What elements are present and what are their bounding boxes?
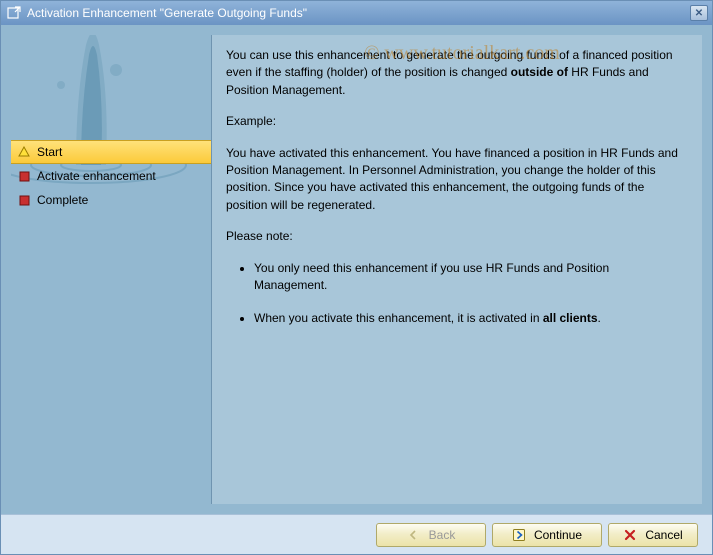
- example-text: You have activated this enhancement. You…: [226, 145, 684, 215]
- step-start[interactable]: Start: [11, 140, 211, 164]
- note-item: You only need this enhancement if you us…: [254, 260, 684, 295]
- back-button[interactable]: Back: [376, 523, 486, 547]
- intro-paragraph: You can use this enhancement to generate…: [226, 47, 684, 99]
- wizard-sidebar: Start Activate enhancement Complete: [11, 35, 211, 504]
- titlebar: Activation Enhancement "Generate Outgoin…: [1, 1, 712, 25]
- forward-arrow-icon: [512, 528, 526, 542]
- continue-button[interactable]: Continue: [492, 523, 602, 547]
- status-square-icon: [17, 169, 31, 183]
- note-text-post: .: [598, 311, 601, 325]
- note-item: When you activate this enhancement, it i…: [254, 310, 684, 327]
- example-label: Example:: [226, 113, 684, 130]
- warning-icon: [17, 145, 31, 159]
- step-activate[interactable]: Activate enhancement: [11, 164, 211, 188]
- status-square-icon: [17, 193, 31, 207]
- button-bar: Back Continue Cancel: [1, 514, 712, 554]
- intro-text-bold: outside of: [511, 65, 568, 79]
- close-button[interactable]: ✕: [690, 5, 708, 21]
- back-arrow-icon: [407, 528, 421, 542]
- step-label: Start: [37, 145, 62, 159]
- note-text-bold: all clients: [543, 311, 598, 325]
- note-list: You only need this enhancement if you us…: [254, 260, 684, 328]
- cancel-button[interactable]: Cancel: [608, 523, 698, 547]
- note-text-pre: When you activate this enhancement, it i…: [254, 311, 543, 325]
- step-complete[interactable]: Complete: [11, 188, 211, 212]
- wizard-steps: Start Activate enhancement Complete: [11, 140, 211, 212]
- button-label: Back: [429, 528, 456, 542]
- window-icon: [7, 6, 21, 20]
- button-label: Cancel: [645, 528, 682, 542]
- cancel-x-icon: [623, 528, 637, 542]
- step-label: Activate enhancement: [37, 169, 156, 183]
- step-label: Complete: [37, 193, 88, 207]
- window-title: Activation Enhancement "Generate Outgoin…: [27, 6, 684, 20]
- main-panel: © www.tutorialkart.com You can use this …: [211, 35, 702, 504]
- button-label: Continue: [534, 528, 582, 542]
- content-area: Start Activate enhancement Complete © ww…: [1, 25, 712, 514]
- dialog-window: Activation Enhancement "Generate Outgoin…: [0, 0, 713, 555]
- note-label: Please note:: [226, 228, 684, 245]
